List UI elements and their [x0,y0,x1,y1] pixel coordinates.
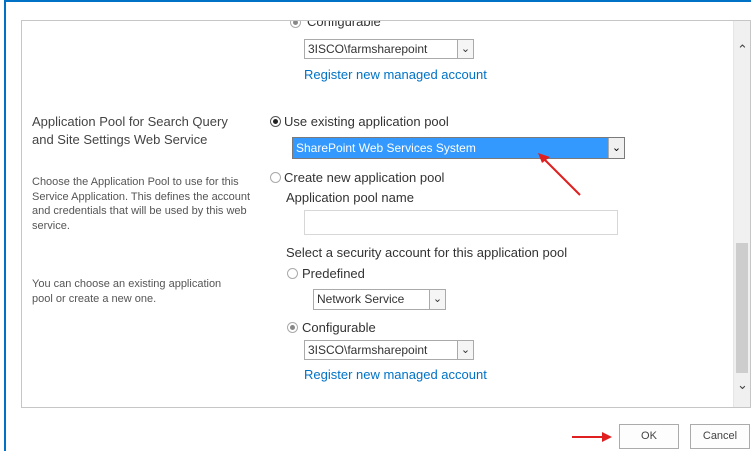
pool-name-label: Application pool name [286,190,414,205]
predefined-account-select[interactable]: Network Service ⌄ [313,289,446,310]
create-new-pool-label: Create new application pool [284,170,445,185]
section-description-2: You can choose an existing application p… [32,278,222,305]
security-account-label: Select a security account for this appli… [286,245,568,260]
configurable-account-select-value: 3ISCO\farmsharepoint [308,343,428,357]
predefined-radio[interactable] [287,268,298,279]
chevron-up-icon[interactable]: ⌃ [734,41,750,58]
account-select-top-value: 3ISCO\farmsharepoint [308,42,428,56]
chevron-down-icon: ⌄ [429,290,445,309]
red-arrow-icon [572,432,612,442]
existing-pool-select-value: SharePoint Web Services System [296,141,476,155]
cancel-button[interactable]: Cancel [690,424,750,449]
configurable-label: Configurable [302,320,376,335]
section-description: Choose the Application Pool to use for t… [32,176,251,232]
chevron-down-icon: ⌄ [608,138,624,158]
chevron-down-icon: ⌄ [457,341,473,359]
red-arrow-icon [538,153,581,196]
chevron-down-icon[interactable]: ⌄ [734,376,750,393]
section-title: Application Pool for Search Query and Si… [32,114,228,147]
vertical-scrollbar[interactable]: ⌃ ⌄ [733,21,750,407]
register-managed-account-link-top[interactable]: Register new managed account [304,67,487,83]
use-existing-pool-radio[interactable] [270,116,281,127]
predefined-account-select-value: Network Service [317,292,405,306]
ok-button[interactable]: OK [619,424,679,449]
configurable-radio-top[interactable] [290,21,301,28]
register-managed-account-link[interactable]: Register new managed account [304,367,487,383]
scrollbar-thumb[interactable] [736,243,748,373]
chevron-down-icon: ⌄ [457,40,473,58]
pool-name-input[interactable] [304,210,618,235]
predefined-label: Predefined [302,266,365,281]
account-select-top[interactable]: 3ISCO\farmsharepoint ⌄ [304,39,474,59]
configurable-radio[interactable] [287,322,298,333]
configurable-label-top: Configurable [307,20,381,29]
settings-scroll-panel: Configurable 3ISCO\farmsharepoint ⌄ Regi… [21,20,751,408]
configurable-account-select[interactable]: 3ISCO\farmsharepoint ⌄ [304,340,474,360]
create-new-pool-radio[interactable] [270,172,281,183]
use-existing-pool-label: Use existing application pool [284,114,449,129]
